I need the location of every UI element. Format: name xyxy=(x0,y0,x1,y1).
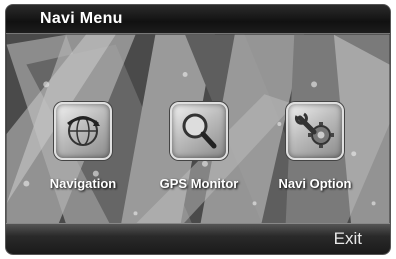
magnifier-icon xyxy=(170,102,228,160)
gps-monitor-button[interactable]: GPS Monitor xyxy=(144,102,254,191)
exit-button[interactable]: Exit xyxy=(334,229,362,249)
globe-navigation-icon xyxy=(54,102,112,160)
bottom-bar: Exit xyxy=(6,223,390,254)
navi-menu-screen: Navi Menu Navigation GPS Monitor Navi Op… xyxy=(5,4,391,255)
navigation-label: Navigation xyxy=(49,176,117,191)
navi-option-label: Navi Option xyxy=(278,176,352,191)
navigation-button[interactable]: Navigation xyxy=(28,102,138,191)
wrench-gear-icon xyxy=(286,102,344,160)
title-bar: Navi Menu xyxy=(6,5,390,34)
gps-monitor-label: GPS Monitor xyxy=(159,176,239,191)
navi-option-button[interactable]: Navi Option xyxy=(260,102,370,191)
menu-title: Navi Menu xyxy=(40,10,123,27)
